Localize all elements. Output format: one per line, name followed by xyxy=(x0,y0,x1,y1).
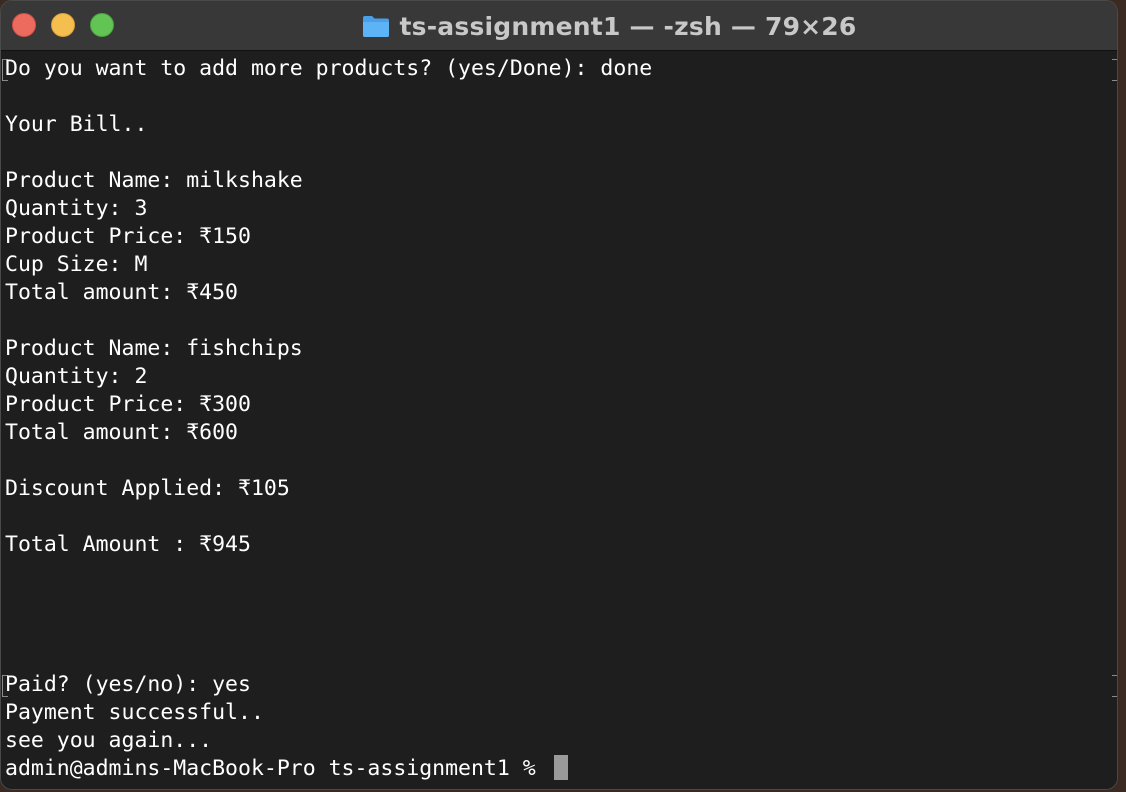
terminal-line: Paid? (yes/no): yes xyxy=(5,672,251,697)
terminal-window: ts-assignment1 — -zsh — 79×26 Do you wan… xyxy=(0,0,1118,790)
terminal-line: Your Bill.. xyxy=(5,112,148,137)
prompt-line[interactable]: admin@admins-MacBook-Pro ts-assignment1 … xyxy=(5,755,568,783)
terminal-line: Product Name: fishchips xyxy=(5,336,303,361)
title-bar[interactable]: ts-assignment1 — -zsh — 79×26 xyxy=(1,1,1117,51)
terminal-line: Cup Size: M xyxy=(5,252,148,277)
window-title: ts-assignment1 — -zsh — 79×26 xyxy=(399,11,857,41)
terminal-line: Total amount: ₹600 xyxy=(5,420,238,445)
mark-bracket-right xyxy=(1112,59,1117,81)
terminal-line: see you again... xyxy=(5,728,213,753)
terminal-line: Quantity: 2 xyxy=(5,364,148,389)
mark-bracket-right xyxy=(1112,675,1117,697)
terminal-line: Do you want to add more products? (yes/D… xyxy=(5,56,653,81)
terminal-line: Product Price: ₹150 xyxy=(5,224,251,249)
terminal-line: Quantity: 3 xyxy=(5,196,148,221)
window-title-group: ts-assignment1 — -zsh — 79×26 xyxy=(1,1,1117,51)
folder-icon xyxy=(362,16,389,37)
terminal-line: Discount Applied: ₹105 xyxy=(5,476,290,501)
terminal-line: Payment successful.. xyxy=(5,700,264,725)
terminal-line: Product Price: ₹300 xyxy=(5,392,251,417)
shell-prompt: admin@admins-MacBook-Pro ts-assignment1 … xyxy=(5,756,549,781)
terminal-output[interactable]: Do you want to add more products? (yes/D… xyxy=(1,51,1117,789)
terminal-line: Total amount: ₹450 xyxy=(5,280,238,305)
text-cursor xyxy=(553,755,568,780)
terminal-line: Total Amount : ₹945 xyxy=(5,532,251,557)
terminal-line: Product Name: milkshake xyxy=(5,168,303,193)
